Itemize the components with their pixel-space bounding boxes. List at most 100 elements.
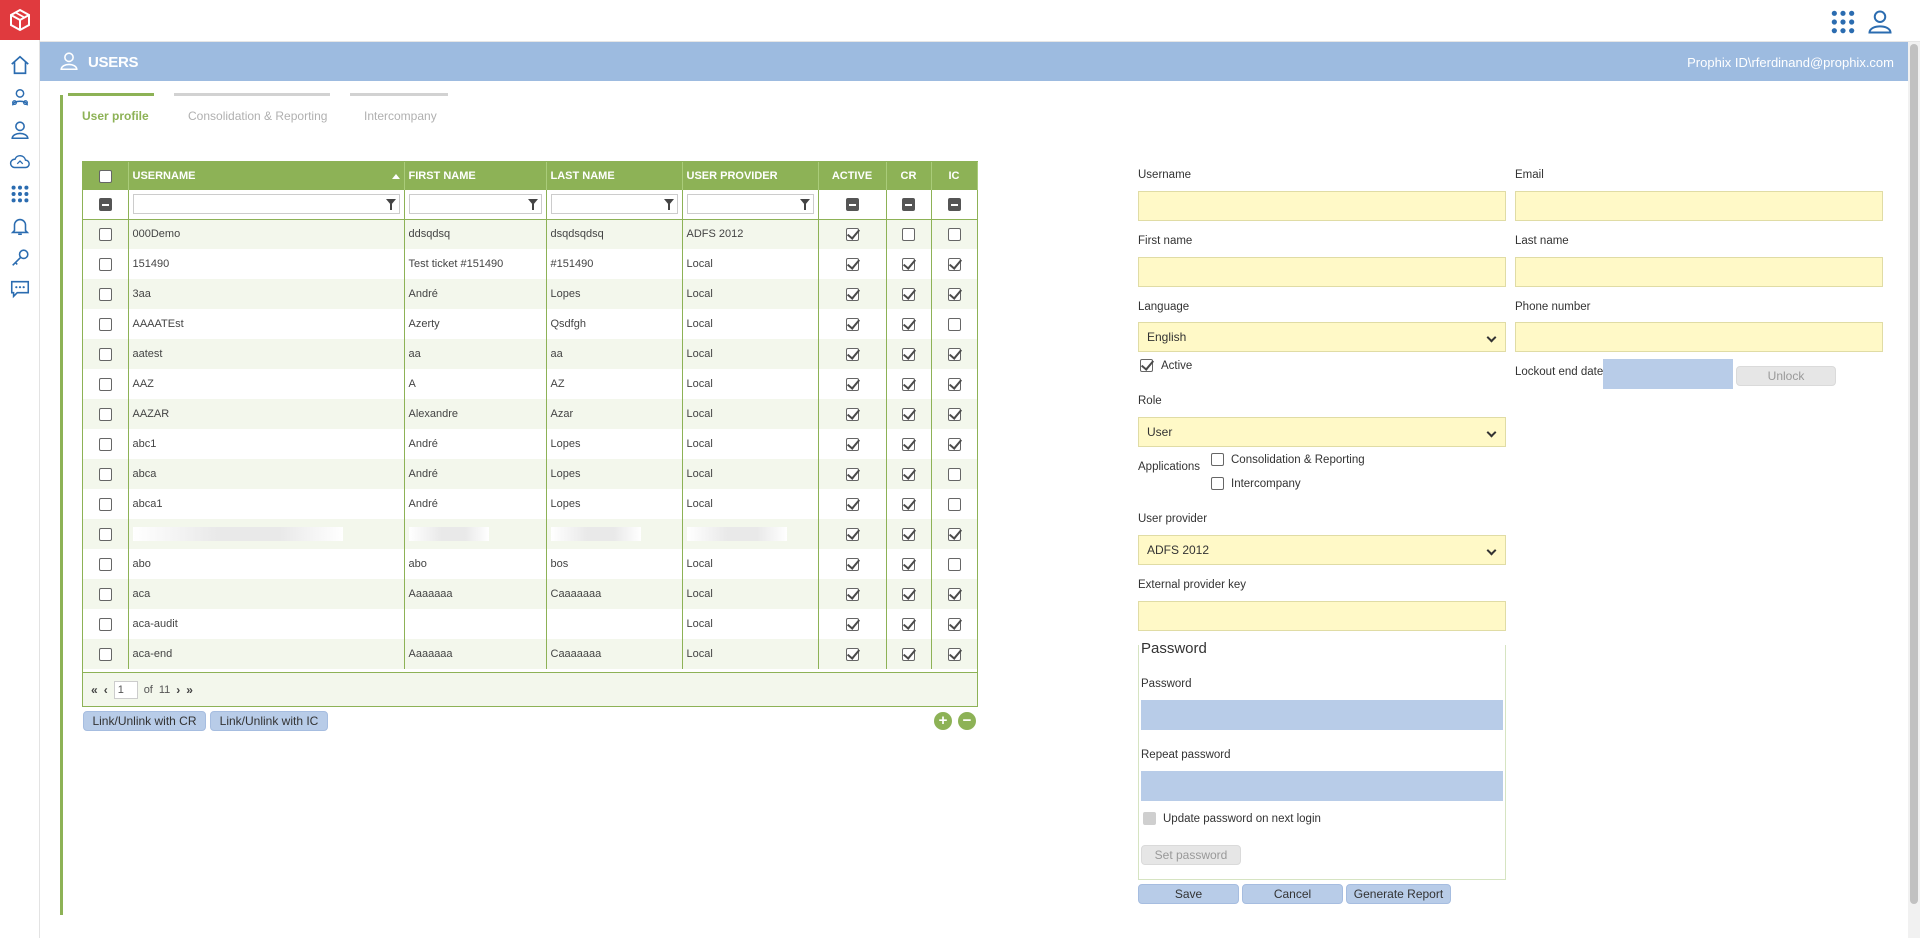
table-row[interactable]: aca-audit Local bbox=[83, 609, 978, 639]
key-icon[interactable] bbox=[8, 246, 32, 270]
active-checkbox[interactable] bbox=[845, 587, 859, 601]
app-ic-checkbox[interactable] bbox=[1211, 477, 1224, 490]
generate-report-button[interactable]: Generate Report bbox=[1346, 884, 1451, 904]
page-number-input[interactable]: 1 bbox=[113, 680, 138, 699]
table-row[interactable]: 151490 Test ticket #151490 #151490 Local bbox=[83, 249, 978, 279]
cr-checkbox[interactable] bbox=[902, 647, 915, 661]
cr-checkbox[interactable] bbox=[902, 317, 915, 331]
chat-icon[interactable] bbox=[8, 277, 32, 301]
bell-icon[interactable] bbox=[8, 214, 32, 238]
active-checkbox[interactable] bbox=[845, 527, 859, 541]
column-header-first-name[interactable]: FIRST NAME bbox=[404, 162, 547, 190]
role-select[interactable]: User bbox=[1138, 417, 1506, 447]
filter-icon[interactable] bbox=[385, 199, 396, 211]
cr-checkbox[interactable] bbox=[902, 377, 915, 391]
tab-intercompany[interactable]: Intercompany bbox=[350, 93, 448, 123]
select-all-checkbox[interactable] bbox=[98, 169, 112, 183]
active-checkbox[interactable] bbox=[845, 497, 859, 511]
column-header-cr[interactable]: CR bbox=[886, 162, 932, 190]
cloud-sync-icon[interactable] bbox=[8, 150, 32, 174]
row-select-checkbox[interactable] bbox=[98, 407, 112, 421]
table-row[interactable]: AAAATEst Azerty Qsdfgh Local bbox=[83, 309, 978, 339]
ic-checkbox[interactable] bbox=[947, 347, 961, 361]
user-provider-filter-input[interactable] bbox=[686, 194, 814, 215]
app-cr-checkbox[interactable] bbox=[1211, 453, 1224, 466]
last-page-button[interactable]: » bbox=[186, 683, 193, 697]
active-filter-checkbox[interactable] bbox=[845, 197, 859, 211]
ic-checkbox[interactable] bbox=[947, 377, 961, 391]
column-header-user-provider[interactable]: USER PROVIDER bbox=[682, 162, 819, 190]
ic-filter-checkbox[interactable] bbox=[947, 197, 961, 211]
update-password-checkbox[interactable] bbox=[1143, 812, 1156, 825]
ic-checkbox[interactable] bbox=[947, 407, 961, 421]
row-select-checkbox[interactable] bbox=[98, 587, 112, 601]
ic-checkbox[interactable] bbox=[947, 587, 961, 601]
table-row[interactable]: abo abo bos Local bbox=[83, 549, 978, 579]
username-input[interactable] bbox=[1138, 191, 1506, 221]
cr-checkbox[interactable] bbox=[902, 527, 915, 541]
active-checkbox[interactable] bbox=[845, 647, 859, 661]
ic-checkbox[interactable] bbox=[947, 647, 961, 661]
set-password-button[interactable]: Set password bbox=[1141, 845, 1241, 865]
row-select-checkbox[interactable] bbox=[98, 347, 112, 361]
email-input[interactable] bbox=[1515, 191, 1883, 221]
table-row[interactable]: AAZ A AZ Local bbox=[83, 369, 978, 399]
cr-checkbox[interactable] bbox=[902, 227, 915, 241]
filter-icon[interactable] bbox=[799, 199, 810, 211]
row-select-checkbox[interactable] bbox=[98, 227, 112, 241]
active-checkbox[interactable] bbox=[845, 287, 859, 301]
cr-checkbox[interactable] bbox=[902, 467, 915, 481]
active-checkbox[interactable] bbox=[845, 347, 859, 361]
column-header-ic[interactable]: IC bbox=[931, 162, 978, 190]
ic-checkbox[interactable] bbox=[947, 437, 961, 451]
cr-checkbox[interactable] bbox=[902, 257, 915, 271]
app-logo[interactable] bbox=[0, 0, 40, 40]
column-header-last-name[interactable]: LAST NAME bbox=[546, 162, 683, 190]
select-all-header[interactable] bbox=[83, 162, 129, 190]
row-select-checkbox[interactable] bbox=[98, 617, 112, 631]
table-row[interactable]: aca Aaaaaaa Caaaaaaa Local bbox=[83, 579, 978, 609]
row-select-checkbox[interactable] bbox=[98, 527, 112, 541]
row-select-checkbox[interactable] bbox=[98, 257, 112, 271]
active-checkbox[interactable] bbox=[845, 227, 859, 241]
unlock-button[interactable]: Unlock bbox=[1736, 366, 1836, 386]
next-page-button[interactable]: › bbox=[176, 683, 180, 697]
cr-checkbox[interactable] bbox=[902, 557, 915, 571]
ic-checkbox[interactable] bbox=[947, 557, 961, 571]
ic-checkbox[interactable] bbox=[947, 527, 961, 541]
home-icon[interactable] bbox=[8, 53, 32, 77]
phone-input[interactable] bbox=[1515, 322, 1883, 352]
first-page-button[interactable]: « bbox=[91, 683, 98, 697]
page-scrollbar[interactable] bbox=[1908, 42, 1920, 938]
cancel-button[interactable]: Cancel bbox=[1242, 884, 1343, 904]
row-select-checkbox[interactable] bbox=[98, 497, 112, 511]
active-checkbox[interactable] bbox=[845, 437, 859, 451]
last-name-filter-input[interactable] bbox=[550, 194, 678, 215]
last-name-input[interactable] bbox=[1515, 257, 1883, 287]
row-select-checkbox[interactable] bbox=[98, 317, 112, 331]
active-checkbox[interactable] bbox=[845, 377, 859, 391]
row-select-checkbox[interactable] bbox=[98, 467, 112, 481]
table-row[interactable]: aca-end Aaaaaaa Caaaaaaa Local bbox=[83, 639, 978, 669]
user-icon[interactable] bbox=[8, 118, 32, 142]
cr-checkbox[interactable] bbox=[902, 287, 915, 301]
scrollbar-thumb[interactable] bbox=[1910, 44, 1918, 904]
active-checkbox[interactable] bbox=[845, 467, 859, 481]
ic-checkbox[interactable] bbox=[947, 467, 961, 481]
cr-checkbox[interactable] bbox=[902, 407, 915, 421]
row-select-checkbox[interactable] bbox=[98, 377, 112, 391]
tab-user-profile[interactable]: User profile bbox=[68, 93, 154, 123]
table-row[interactable]: abca André Lopes Local bbox=[83, 459, 978, 489]
cr-checkbox[interactable] bbox=[902, 617, 915, 631]
first-name-input[interactable] bbox=[1138, 257, 1506, 287]
cr-checkbox[interactable] bbox=[902, 347, 915, 361]
link-unlink-cr-button[interactable]: Link/Unlink with CR bbox=[83, 711, 206, 731]
table-row[interactable]: 000Demo ddsqdsq dsqdsqdsq ADFS 2012 bbox=[83, 219, 978, 249]
language-select[interactable]: English bbox=[1138, 322, 1506, 352]
remove-user-button[interactable]: − bbox=[958, 712, 976, 730]
previous-page-button[interactable]: ‹ bbox=[104, 683, 108, 697]
ic-checkbox[interactable] bbox=[947, 257, 961, 271]
save-button[interactable]: Save bbox=[1138, 884, 1239, 904]
cr-checkbox[interactable] bbox=[902, 587, 915, 601]
filter-icon[interactable] bbox=[527, 199, 538, 211]
